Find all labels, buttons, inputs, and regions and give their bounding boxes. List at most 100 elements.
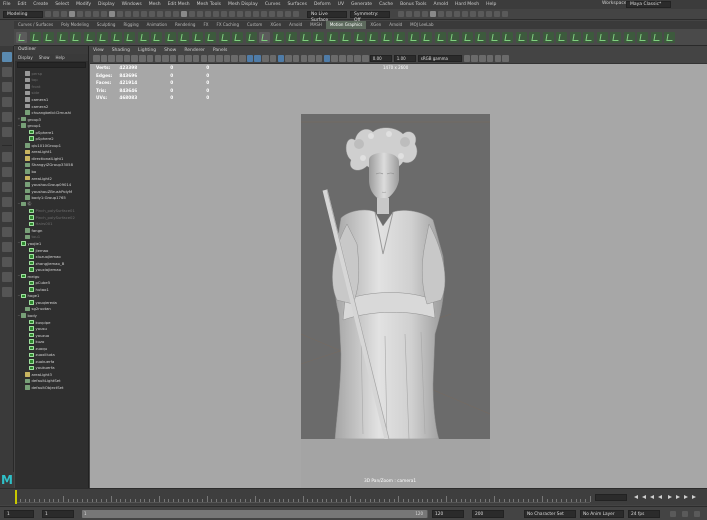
shelf-tool-32-icon[interactable] bbox=[434, 31, 446, 43]
viewport-tool-40-icon[interactable] bbox=[486, 55, 494, 62]
viewport-tool-33-icon[interactable] bbox=[339, 55, 346, 62]
viewport-tool-13-icon[interactable] bbox=[185, 55, 192, 62]
shelf-tool-10-icon[interactable] bbox=[137, 31, 149, 43]
playhead[interactable] bbox=[15, 490, 17, 504]
outliner-menu-display[interactable]: Display bbox=[15, 54, 36, 61]
menu-modify[interactable]: Modify bbox=[76, 2, 91, 7]
viewport-tool-9-icon[interactable] bbox=[154, 55, 161, 62]
shelf-tool-19-icon[interactable] bbox=[259, 31, 270, 43]
status-line-tool-8-icon[interactable] bbox=[101, 11, 107, 17]
status-line-tool-24-icon[interactable] bbox=[229, 11, 235, 17]
shelf-tab-10[interactable]: Arnold bbox=[285, 21, 306, 29]
shelf-tab-1[interactable]: Poly Modeling bbox=[57, 21, 93, 29]
shelf-tab-9[interactable]: XGen bbox=[266, 21, 285, 29]
viewport-tool-24-icon[interactable] bbox=[269, 55, 277, 62]
viewport-tool-15-icon[interactable] bbox=[200, 55, 208, 62]
viewport-tool-37-icon[interactable] bbox=[463, 55, 471, 62]
shelf-tool-6-icon[interactable] bbox=[83, 31, 95, 43]
shelf-tool-33-icon[interactable] bbox=[448, 31, 459, 43]
viewport-tool-20-icon[interactable] bbox=[239, 55, 246, 62]
render-tool-8-icon[interactable] bbox=[454, 11, 460, 17]
viewport-tool-29-icon[interactable] bbox=[308, 55, 315, 62]
status-line-tool-31-icon[interactable] bbox=[285, 11, 291, 17]
shelf-tool-38-icon[interactable] bbox=[515, 31, 527, 43]
viewport-tool-21-icon[interactable] bbox=[246, 55, 254, 62]
shelf-tool-46-icon[interactable] bbox=[623, 31, 635, 43]
menu-surfaces[interactable]: Surfaces bbox=[287, 2, 307, 7]
status-line-tool-14-icon[interactable] bbox=[149, 11, 155, 17]
viewport-tool-42-icon[interactable] bbox=[502, 55, 509, 62]
viewport-tool-11-icon[interactable] bbox=[169, 55, 177, 62]
viewport-tool-16-icon[interactable] bbox=[208, 55, 215, 62]
viewport-tool-6-icon[interactable] bbox=[131, 55, 138, 62]
menu-file[interactable]: File bbox=[3, 2, 11, 7]
outliner-layout-icon[interactable] bbox=[1, 242, 12, 252]
animation-start-field[interactable]: 1 bbox=[4, 510, 34, 518]
shelf-tool-44-icon[interactable] bbox=[596, 31, 608, 43]
shelf-tool-24-icon[interactable] bbox=[326, 31, 338, 43]
workspace-dropdown[interactable]: Maya Classic* bbox=[626, 1, 671, 8]
render-tool-6-icon[interactable] bbox=[438, 11, 444, 17]
viewport-tool-32-icon[interactable] bbox=[331, 55, 338, 62]
viewport-tool-22-icon[interactable] bbox=[254, 55, 261, 62]
status-line-tool-22-icon[interactable] bbox=[213, 11, 219, 17]
menu-mesh-display[interactable]: Mesh Display bbox=[228, 2, 258, 7]
viewport-menu-renderer[interactable]: Renderer bbox=[184, 48, 205, 53]
viewport-tool-30-icon[interactable] bbox=[315, 55, 323, 62]
status-line-tool-29-icon[interactable] bbox=[269, 11, 275, 17]
menu-select[interactable]: Select bbox=[55, 2, 69, 7]
menu-windows[interactable]: Windows bbox=[122, 2, 142, 7]
viewport-tool-35-icon[interactable] bbox=[354, 55, 361, 62]
shelf-tool-23-icon[interactable] bbox=[313, 31, 324, 43]
graph-editor-layout-icon[interactable] bbox=[1, 272, 12, 282]
menu-deform[interactable]: Deform bbox=[314, 2, 331, 7]
status-line-tool-20-icon[interactable] bbox=[197, 11, 203, 17]
symmetry-dropdown[interactable]: Symmetry: Off bbox=[350, 10, 390, 23]
shelf-tab-2[interactable]: Sculpting bbox=[93, 21, 120, 29]
shelf-tool-20-icon[interactable] bbox=[272, 31, 284, 43]
status-line-tool-25-icon[interactable] bbox=[237, 11, 243, 17]
shelf-tool-9-icon[interactable] bbox=[124, 31, 135, 43]
menu-cache[interactable]: Cache bbox=[379, 2, 393, 7]
animation-end-field[interactable]: 200 bbox=[472, 510, 504, 518]
shelf-tool-41-icon[interactable] bbox=[556, 31, 567, 43]
persp-uv-layout-icon[interactable] bbox=[1, 227, 12, 237]
status-line-tool-18-icon[interactable] bbox=[181, 11, 187, 17]
play-backward-icon[interactable] bbox=[658, 495, 662, 499]
step-forward-icon[interactable] bbox=[684, 495, 688, 499]
outliner-search-input[interactable] bbox=[17, 62, 86, 68]
menu-help[interactable]: Help bbox=[486, 2, 496, 7]
status-line-tool-32-icon[interactable] bbox=[293, 11, 299, 17]
render-tool-12-icon[interactable] bbox=[486, 11, 492, 17]
shelf-tab-13[interactable]: XGen bbox=[366, 21, 385, 29]
render-tool-13-icon[interactable] bbox=[494, 11, 500, 17]
shelf-tool-7-icon[interactable] bbox=[97, 31, 108, 43]
outliner-menu-show[interactable]: Show bbox=[36, 54, 53, 61]
shelf-tool-42-icon[interactable] bbox=[569, 31, 581, 43]
viewport-tool-38-icon[interactable] bbox=[471, 55, 478, 62]
status-line-tool-16-icon[interactable] bbox=[165, 11, 171, 17]
viewport-tool-31-icon[interactable] bbox=[323, 55, 331, 62]
render-tool-4-icon[interactable] bbox=[422, 11, 428, 17]
viewport-menu-show[interactable]: Show bbox=[164, 48, 176, 53]
viewport-menu-shading[interactable]: Shading bbox=[112, 48, 130, 53]
paint-select-tool-icon[interactable] bbox=[1, 82, 12, 92]
status-line-tool-9-icon[interactable] bbox=[109, 11, 115, 17]
viewport-tool-18-icon[interactable] bbox=[223, 55, 231, 62]
shelf-tab-7[interactable]: FX Caching bbox=[213, 21, 243, 29]
status-line-tool-19-icon[interactable] bbox=[189, 11, 195, 17]
render-tool-3-icon[interactable] bbox=[414, 11, 420, 17]
status-line-tool-26-icon[interactable] bbox=[245, 11, 251, 17]
shelf-tool-3-icon[interactable] bbox=[43, 31, 54, 43]
render-tool-14-icon[interactable] bbox=[502, 11, 508, 17]
viewport-tool-17-icon[interactable] bbox=[216, 55, 223, 62]
status-line-tool-5-icon[interactable] bbox=[77, 11, 83, 17]
live-surface-field[interactable]: No Live Surface bbox=[307, 10, 347, 23]
status-line-tool-13-icon[interactable] bbox=[141, 11, 147, 17]
range-slider-handle[interactable]: 1 120 bbox=[82, 510, 427, 518]
shelf-tool-43-icon[interactable] bbox=[583, 31, 594, 43]
shelf-tab-8[interactable]: Custom bbox=[243, 21, 266, 29]
status-line-tool-15-icon[interactable] bbox=[157, 11, 163, 17]
shelf-tab-4[interactable]: Animation bbox=[143, 21, 171, 29]
shelf-tool-8-icon[interactable] bbox=[110, 31, 122, 43]
